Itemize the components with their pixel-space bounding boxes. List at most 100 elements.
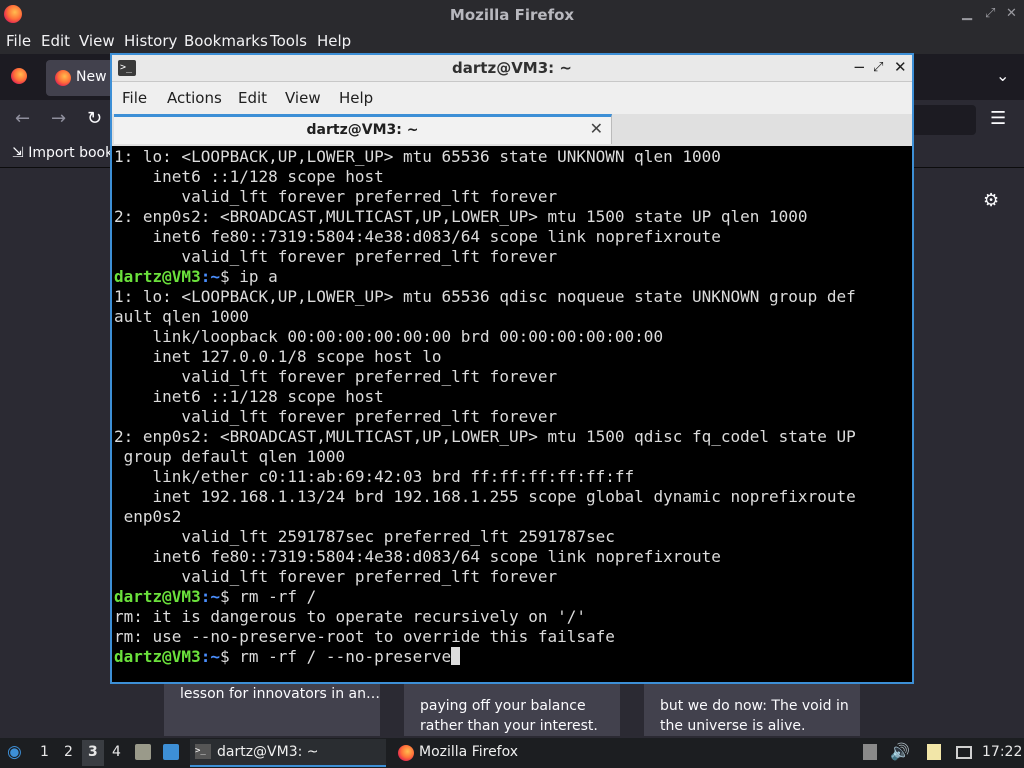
terminal-tab[interactable]: dartz@VM3: ~ ✕ [114,114,612,144]
story-card[interactable]: paying off your balance rather than your… [404,676,620,736]
minimize-icon[interactable]: − [853,58,866,76]
output-text: 1: lo: <LOOPBACK,UP,LOWER_UP> mtu 65536 … [114,147,721,166]
tab-close-icon[interactable]: ✕ [590,119,603,138]
menu-edit[interactable]: Edit [41,32,70,50]
workspace-1[interactable]: 1 [40,744,49,760]
import-bookmarks-link[interactable]: ⇲ Import book [12,145,113,161]
notes-icon[interactable] [927,744,941,760]
list-all-tabs-chevron-down-icon[interactable]: ⌄ [996,66,1009,85]
hamburger-menu-icon[interactable]: ☰ [990,108,1006,129]
terminal-tabbar: dartz@VM3: ~ ✕ [112,114,912,146]
prompt-user: dartz@VM3 [114,267,201,286]
terminal-output-line: link/ether c0:11:ab:69:42:03 brd ff:ff:f… [114,467,856,487]
menu-view[interactable]: View [79,32,115,50]
tab-label: New [76,69,107,85]
terminal-menu-view[interactable]: View [285,89,321,107]
terminal-output-line: inet6 ::1/128 scope host [114,167,856,187]
output-text: rm: use --no-preserve-root to override t… [114,627,615,646]
terminal-output-line: 2: enp0s2: <BROADCAST,MULTICAST,UP,LOWER… [114,427,856,447]
terminal-window: >_ dartz@VM3: ~ − ⤢ ✕ File Actions Edit … [110,53,914,684]
output-text: valid_lft forever preferred_lft forever [114,407,558,426]
terminal-output-line: inet 127.0.0.1/8 scope host lo [114,347,856,367]
terminal-output[interactable]: 1: lo: <LOOPBACK,UP,LOWER_UP> mtu 65536 … [112,146,912,682]
terminal-titlebar[interactable]: >_ dartz@VM3: ~ − ⤢ ✕ [112,55,912,82]
terminal-prompt-line: dartz@VM3:~$ rm -rf / --no-preserve [114,647,856,667]
story-card[interactable]: but we do now: The void in the universe … [644,676,860,736]
terminal-output-line: ault qlen 1000 [114,307,856,327]
forward-arrow-icon[interactable]: → [51,108,66,129]
command-text: $ ip a [219,267,278,286]
terminal-output-line: valid_lft forever preferred_lft forever [114,247,856,267]
output-text: 1: lo: <LOOPBACK,UP,LOWER_UP> mtu 65536 … [114,287,856,306]
back-arrow-icon[interactable]: ← [15,108,30,129]
output-text: link/ether c0:11:ab:69:42:03 brd ff:ff:f… [114,467,635,486]
command-text: $ rm -rf / --no-preserve [219,647,452,666]
firefox-menubar: File Edit View History Bookmarks Tools H… [0,29,1024,54]
file-manager-icon[interactable] [135,744,151,760]
close-icon[interactable]: ✕ [1006,6,1017,21]
taskbar-terminal-button[interactable]: >_ dartz@VM3: ~ [190,739,386,767]
output-text: 2: enp0s2: <BROADCAST,MULTICAST,UP,LOWER… [114,207,808,226]
terminal-menubar: File Actions Edit View Help [112,82,912,114]
output-text: inet 127.0.0.1/8 scope host lo [114,347,442,366]
terminal-task-label: dartz@VM3: ~ [217,744,319,760]
workspace-3[interactable]: 3 [88,744,98,760]
output-text: rm: it is dangerous to operate recursive… [114,607,587,626]
terminal-output-line: enp0s2 [114,507,856,527]
network-monitor-icon[interactable] [956,746,972,759]
output-text: inet6 fe80::7319:5804:4e38:d083/64 scope… [114,227,721,246]
terminal-menu-edit[interactable]: Edit [238,89,267,107]
terminal-task-icon: >_ [195,744,211,759]
taskbar-firefox-button[interactable]: Mozilla Firefox [394,739,590,767]
firefox-view-icon[interactable] [11,68,27,84]
volume-icon[interactable]: 🔊 [890,742,910,761]
minimize-icon[interactable]: ▁ [962,6,972,21]
firefox-task-label: Mozilla Firefox [419,744,519,760]
settings-gear-icon[interactable]: ⚙ [983,190,999,211]
terminal-prompt-line: dartz@VM3:~$ ip a [114,267,856,287]
output-text: group default qlen 1000 [114,447,346,466]
output-text: enp0s2 [114,507,182,526]
menu-help[interactable]: Help [317,32,351,50]
output-text: valid_lft 2591787sec preferred_lft 25917… [114,527,615,546]
prompt-user: dartz@VM3 [114,587,201,606]
terminal-menu-actions[interactable]: Actions [167,89,222,107]
output-text: inet6 fe80::7319:5804:4e38:d083/64 scope… [114,547,721,566]
firefox-window-title: Mozilla Firefox [449,6,575,24]
story-card-text: lesson for innovators in an… [180,686,380,702]
terminal-output-line: link/loopback 00:00:00:00:00:00 brd 00:0… [114,327,856,347]
terminal-output-line: valid_lft forever preferred_lft forever [114,367,856,387]
prompt-path: :~ [200,587,220,606]
taskbar: ◉ 1 2 3 4 >_ dartz@VM3: ~ Mozilla Firefo… [0,738,1024,768]
prompt-path: :~ [200,647,220,666]
terminal-window-title: dartz@VM3: ~ [452,59,572,77]
maximize-icon[interactable]: ⤢ [985,6,995,21]
story-card[interactable]: lesson for innovators in an… [164,676,380,736]
workspace-2[interactable]: 2 [64,744,73,760]
prompt-user: dartz@VM3 [114,647,201,666]
workspace-4[interactable]: 4 [112,744,121,760]
menu-bookmarks[interactable]: Bookmarks [184,32,268,50]
clock[interactable]: 17:22 [982,744,1022,760]
output-text: valid_lft forever preferred_lft forever [114,367,558,386]
terminal-menu-help[interactable]: Help [339,89,373,107]
show-desktop-icon[interactable] [163,744,179,760]
terminal-menu-file[interactable]: File [122,89,147,107]
output-text: valid_lft forever preferred_lft forever [114,187,558,206]
menu-history[interactable]: History [124,32,177,50]
firefox-task-icon [398,745,414,761]
menu-file[interactable]: File [6,32,31,50]
terminal-output-line: valid_lft 2591787sec preferred_lft 25917… [114,527,856,547]
clipboard-icon[interactable] [863,744,877,760]
close-icon[interactable]: ✕ [894,58,907,76]
maximize-icon[interactable]: ⤢ [873,60,883,75]
terminal-tab-label: dartz@VM3: ~ [306,122,419,138]
terminal-output-line: inet6 fe80::7319:5804:4e38:d083/64 scope… [114,227,856,247]
start-menu-icon[interactable]: ◉ [7,742,22,762]
output-text: ault qlen 1000 [114,307,249,326]
menu-tools[interactable]: Tools [270,32,307,50]
output-text: valid_lft forever preferred_lft forever [114,247,558,266]
reload-icon[interactable]: ↻ [87,108,102,129]
terminal-lines: 1: lo: <LOOPBACK,UP,LOWER_UP> mtu 65536 … [114,147,856,667]
terminal-output-line: valid_lft forever preferred_lft forever [114,567,856,587]
